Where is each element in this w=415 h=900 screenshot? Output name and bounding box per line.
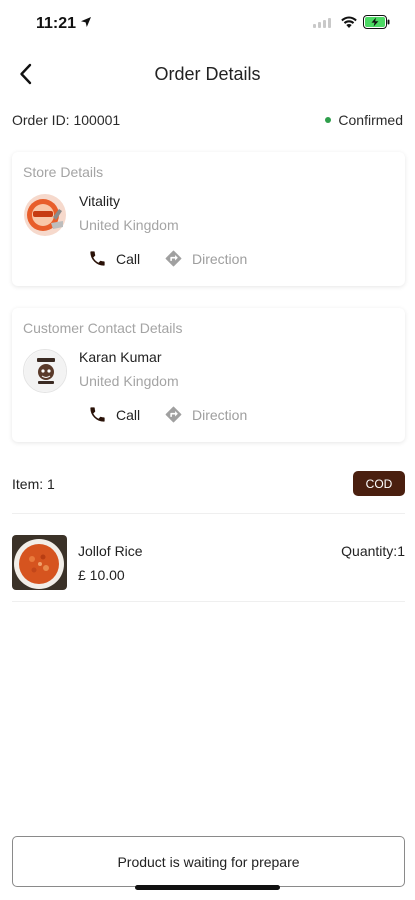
phone-icon bbox=[90, 407, 105, 422]
store-direction-button[interactable]: Direction bbox=[164, 249, 247, 268]
store-location: United Kingdom bbox=[79, 217, 179, 233]
status-bar: 11:21 bbox=[0, 0, 415, 46]
customer-direction-button[interactable]: Direction bbox=[164, 405, 247, 424]
direction-label: Direction bbox=[192, 250, 248, 267]
store-details-card: Store Details Vitality United Kingdom Ca… bbox=[12, 152, 405, 286]
card-title: Customer Contact Details bbox=[23, 320, 183, 336]
direction-label: Direction bbox=[192, 406, 248, 423]
order-status-button-label: Product is waiting for prepare bbox=[117, 853, 300, 870]
customer-call-button[interactable]: Call bbox=[88, 405, 140, 424]
battery-charging-icon bbox=[363, 15, 390, 29]
directions-icon bbox=[165, 406, 182, 423]
items-count: Item: 1 bbox=[12, 476, 55, 492]
divider bbox=[12, 601, 405, 602]
store-name: Vitality bbox=[79, 193, 120, 209]
wifi-icon bbox=[341, 16, 357, 28]
status-dot-icon bbox=[325, 117, 332, 123]
status-time: 11:21 bbox=[36, 15, 77, 32]
location-arrow-icon bbox=[81, 17, 91, 27]
order-status-button[interactable]: Product is waiting for prepare bbox=[12, 836, 405, 887]
call-label: Call bbox=[116, 406, 141, 423]
product-price: £ 10.00 bbox=[78, 567, 125, 583]
divider bbox=[12, 513, 405, 514]
header: Order Details bbox=[0, 52, 415, 96]
customer-logo-icon bbox=[23, 349, 67, 393]
customer-name: Karan Kumar bbox=[79, 349, 162, 365]
order-status-label: Confirmed bbox=[338, 112, 403, 128]
cellular-signal-icon bbox=[313, 18, 331, 28]
call-label: Call bbox=[116, 250, 141, 267]
product-list-item[interactable]: Jollof Rice £ 10.00 Quantity:1 bbox=[12, 535, 405, 591]
card-title: Store Details bbox=[23, 164, 104, 180]
store-logo-icon bbox=[23, 193, 67, 237]
home-indicator bbox=[135, 885, 280, 890]
food-photo-icon bbox=[12, 535, 67, 590]
store-call-button[interactable]: Call bbox=[88, 249, 140, 268]
phone-icon bbox=[90, 251, 105, 266]
items-row: Item: 1 COD bbox=[12, 470, 405, 496]
order-id: Order ID: 100001 bbox=[12, 112, 121, 128]
order-status: Confirmed bbox=[325, 112, 403, 128]
directions-icon bbox=[165, 250, 182, 267]
payment-badge: COD bbox=[353, 471, 405, 496]
order-info-row: Order ID: 100001 Confirmed bbox=[12, 110, 405, 132]
product-name: Jollof Rice bbox=[78, 543, 143, 559]
customer-location: United Kingdom bbox=[79, 373, 179, 389]
product-quantity: Quantity:1 bbox=[341, 543, 405, 559]
customer-details-card: Customer Contact Details Karan Kumar Uni… bbox=[12, 308, 405, 442]
page-title: Order Details bbox=[154, 64, 261, 84]
